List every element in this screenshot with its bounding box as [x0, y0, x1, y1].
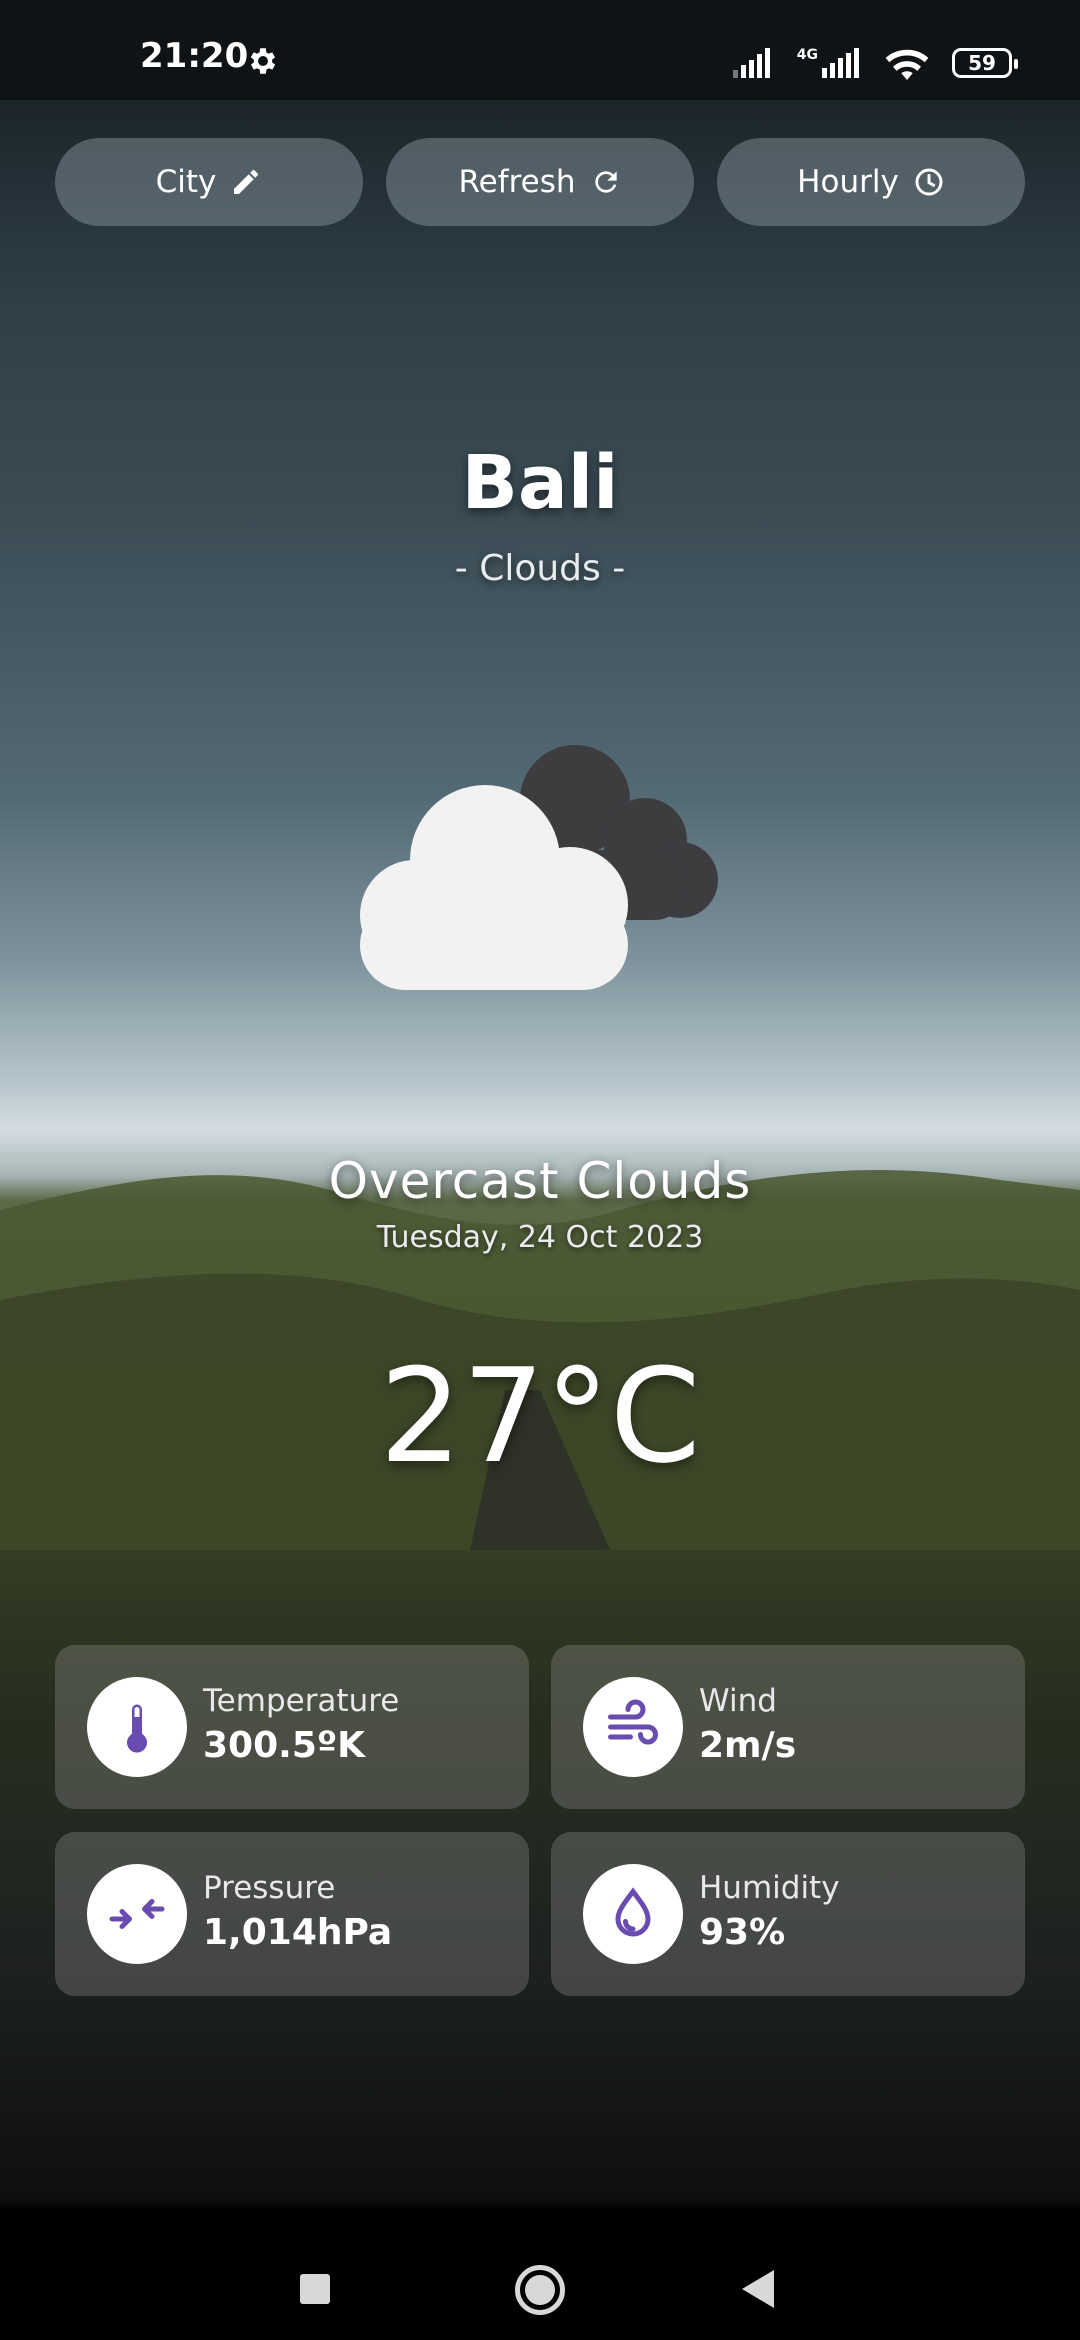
- water-drop-icon: [615, 1887, 651, 1937]
- battery-level: 59: [968, 51, 996, 75]
- home-button[interactable]: [515, 2265, 565, 2315]
- refresh-button[interactable]: Refresh: [386, 138, 694, 226]
- card-icon-circle: [87, 1864, 187, 1964]
- cloud-icon: [360, 745, 718, 990]
- detail-card-wind: Wind 2m/s: [551, 1645, 1025, 1809]
- thermometer-icon: [127, 1704, 147, 1753]
- card-value: 2m/s: [699, 1725, 797, 1766]
- card-value: 1,014hPa: [203, 1912, 393, 1953]
- main-condition: - Clouds -: [454, 548, 626, 589]
- back-button[interactable]: [742, 2270, 774, 2308]
- card-value: 300.5ºK: [203, 1725, 366, 1766]
- card-icon-circle: [583, 1677, 683, 1777]
- battery-indicator: 59: [952, 48, 1018, 78]
- city-button-label: City: [155, 164, 217, 200]
- card-label: Wind: [699, 1683, 777, 1719]
- gear-icon: [250, 48, 276, 74]
- detail-card-humidity: Humidity 93%: [551, 1832, 1025, 1996]
- refresh-icon: [594, 171, 617, 193]
- city-button[interactable]: City: [55, 138, 363, 226]
- hourly-button-label: Hourly: [797, 164, 899, 200]
- detail-card-temperature: Temperature 300.5ºK: [55, 1645, 529, 1809]
- weather-description: Overcast Clouds: [328, 1152, 752, 1210]
- card-label: Humidity: [699, 1870, 840, 1906]
- signal-4g: 4G: [797, 48, 862, 78]
- card-value: 93%: [699, 1912, 786, 1953]
- card-icon-circle: [87, 1677, 187, 1777]
- recents-button[interactable]: [300, 2274, 330, 2304]
- signal-icon: [732, 48, 770, 78]
- network-type-label: 4G: [796, 47, 818, 63]
- wind-icon: [608, 1699, 658, 1745]
- clock-icon: [915, 168, 943, 196]
- card-label: Pressure: [203, 1870, 336, 1906]
- signal-icon-2: [822, 48, 859, 78]
- city-name: Bali: [461, 440, 619, 526]
- hourly-button[interactable]: Hourly: [717, 138, 1025, 226]
- edit-icon: [234, 169, 259, 194]
- refresh-button-label: Refresh: [458, 164, 576, 200]
- status-time: 21:20: [140, 36, 249, 76]
- current-date: Tuesday, 24 Oct 2023: [376, 1220, 704, 1255]
- compress-icon: [109, 1899, 165, 1929]
- temperature-display: 27°C: [379, 1340, 701, 1492]
- wifi-icon: [885, 49, 929, 80]
- navigation-bar: [0, 2210, 1080, 2340]
- detail-card-pressure: Pressure 1,014hPa: [55, 1832, 529, 1996]
- card-icon-circle: [583, 1864, 683, 1964]
- card-label: Temperature: [203, 1683, 400, 1719]
- status-bar: 21:20 4G 59: [0, 0, 1080, 100]
- status-icons: 4G 59: [732, 38, 1018, 88]
